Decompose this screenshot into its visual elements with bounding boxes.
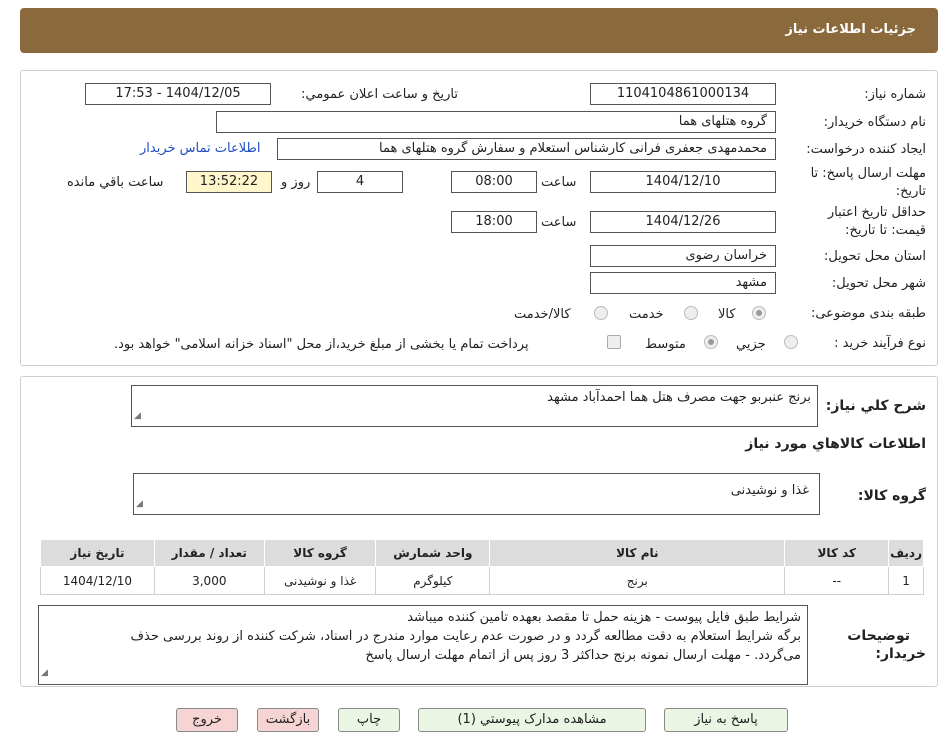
process-radio-medium[interactable] xyxy=(704,335,718,349)
province-field: خراسان رضوی xyxy=(590,245,776,267)
deadline-time-field: 08:00 xyxy=(451,171,537,193)
process-radio-minor[interactable] xyxy=(784,335,798,349)
requester-label: ایجاد کننده درخواست: xyxy=(806,142,926,157)
notes-label-2: خریدار: xyxy=(875,646,926,662)
validity-label: حداقل تاریخ اعتبار xyxy=(827,205,926,220)
category-radio-goods[interactable] xyxy=(752,306,766,320)
treasury-payment-checkbox[interactable] xyxy=(607,335,621,349)
col-need-date: تاریخ نیاز xyxy=(40,539,155,567)
goods-group-text: غذا و نوشیدنی xyxy=(730,483,809,498)
description-textarea[interactable]: برنج عنبربو جهت مصرف هتل هما احمدآباد مش… xyxy=(131,385,818,427)
cell-quantity: 3,000 xyxy=(153,566,265,595)
goods-section-title: اطلاعات کالاهاي مورد نياز xyxy=(745,436,926,452)
cell-need-date: 1404/12/10 xyxy=(40,566,155,595)
goods-group-textarea[interactable]: غذا و نوشیدنی ◢ xyxy=(133,473,820,515)
validity-date-field: 1404/12/26 xyxy=(590,211,776,233)
deadline-time-label: ساعت xyxy=(541,175,577,190)
need-number-field: 1104104861000134 xyxy=(590,83,776,105)
buyer-org-label: نام دستگاه خریدار: xyxy=(823,115,926,130)
col-group: گروه کالا xyxy=(263,539,377,567)
treasury-payment-note: پرداخت تمام یا بخشی از مبلغ خرید،از محل … xyxy=(114,337,529,352)
remaining-time-field: 13:52:22 xyxy=(186,171,272,193)
notes-textarea[interactable]: شرایط طبق فایل پیوست - هزینه حمل تا مقصد… xyxy=(38,605,808,685)
resize-grip-icon[interactable]: ◢ xyxy=(41,664,48,683)
process-option-medium: متوسط xyxy=(645,337,686,352)
exit-button[interactable]: خروج xyxy=(176,708,238,732)
page-title: جزئیات اطلاعات نیاز xyxy=(785,22,916,37)
days-remaining-field: 4 xyxy=(317,171,403,193)
cell-unit: کیلوگرم xyxy=(375,566,491,595)
requester-field: محمدمهدی جعفری فرانی کارشناس استعلام و س… xyxy=(277,138,776,160)
reply-button[interactable]: پاسخ به نیاز xyxy=(664,708,788,732)
validity-label-2: قیمت: تا تاریخ: xyxy=(845,223,926,238)
cell-row-number: 1 xyxy=(888,566,924,595)
attachments-button[interactable]: مشاهده مدارک پیوستي (1) xyxy=(418,708,646,732)
resize-grip-icon[interactable]: ◢ xyxy=(136,495,143,513)
cell-item-code: -- xyxy=(784,566,890,595)
back-button[interactable]: بازگشت xyxy=(257,708,319,732)
col-unit: واحد شمارش xyxy=(375,539,491,567)
city-label: شهر محل تحویل: xyxy=(831,276,926,291)
validity-time-label: ساعت xyxy=(541,215,577,230)
goods-table: ردیف کد کالا نام کالا واحد شمارش گروه کا… xyxy=(40,539,924,595)
days-suffix: روز و xyxy=(281,175,311,190)
col-quantity: تعداد / مقدار xyxy=(153,539,265,567)
buyer-contact-link[interactable]: اطلاعات تماس خریدار xyxy=(140,141,260,156)
buyer-org-field: گروه هتلهای هما xyxy=(216,111,776,133)
category-radio-service[interactable] xyxy=(684,306,698,320)
category-radio-goods-service[interactable] xyxy=(594,306,608,320)
need-number-label: شماره نیاز: xyxy=(864,87,926,102)
validity-time-field: 18:00 xyxy=(451,211,537,233)
notes-label: توضیحات xyxy=(847,628,910,644)
table-row: 1 -- برنج کیلوگرم غذا و نوشیدنی 3,000 14… xyxy=(40,566,924,595)
col-item-code: کد کالا xyxy=(784,539,890,567)
announce-label: تاریخ و ساعت اعلان عمومي: xyxy=(301,87,458,102)
resize-grip-icon[interactable]: ◢ xyxy=(134,407,141,425)
col-row-number: ردیف xyxy=(888,539,924,567)
notes-line: می‌گردد. - مهلت ارسال نمونه برنج حداکثر … xyxy=(365,648,801,663)
category-label: طبقه بندی موضوعی: xyxy=(810,306,926,321)
remaining-suffix: ساعت باقي مانده xyxy=(67,175,164,190)
province-label: استان محل تحویل: xyxy=(824,249,926,264)
category-option-service: خدمت xyxy=(629,307,664,322)
notes-line: برگه شرایط استعلام به دقت مطالعه گردد و … xyxy=(130,629,801,644)
description-label: شرح کلي نياز: xyxy=(825,398,926,414)
col-item-name: نام کالا xyxy=(489,539,786,567)
deadline-date-field: 1404/12/10 xyxy=(590,171,776,193)
table-header-row: ردیف کد کالا نام کالا واحد شمارش گروه کا… xyxy=(40,539,924,567)
description-text: برنج عنبربو جهت مصرف هتل هما احمدآباد مش… xyxy=(547,390,811,405)
cell-group: غذا و نوشیدنی xyxy=(263,566,377,595)
announce-datetime-field: 1404/12/05 - 17:53 xyxy=(85,83,271,105)
process-option-minor: جزیي xyxy=(736,337,766,352)
deadline-label: مهلت ارسال پاسخ: تا xyxy=(810,166,926,181)
city-field: مشهد xyxy=(590,272,776,294)
page-header: جزئیات اطلاعات نیاز xyxy=(20,8,938,53)
deadline-label-2: تاریخ: xyxy=(895,184,926,199)
category-option-goods-service: کالا/خدمت xyxy=(514,307,571,322)
process-label: نوع فرآیند خرید : xyxy=(834,336,926,351)
cell-item-name: برنج xyxy=(489,566,786,595)
notes-line: شرایط طبق فایل پیوست - هزینه حمل تا مقصد… xyxy=(407,610,801,625)
print-button[interactable]: چاپ xyxy=(338,708,400,732)
category-option-goods: کالا xyxy=(718,307,736,322)
goods-group-label: گروه کالا: xyxy=(857,488,926,504)
